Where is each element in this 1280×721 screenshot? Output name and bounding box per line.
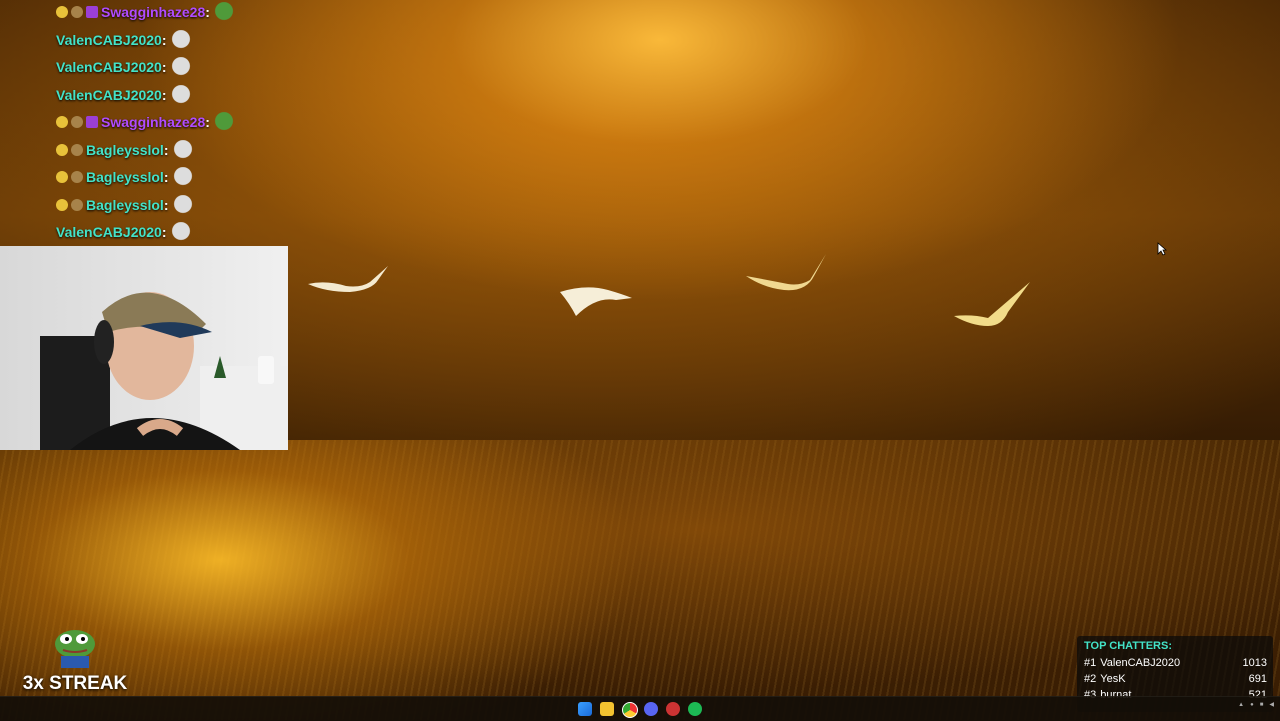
bronze-badge-icon — [71, 116, 83, 128]
chat-emote-icon — [212, 112, 235, 132]
sub-badge-icon — [86, 6, 98, 18]
chat-message: ValenCABJ2020: — [56, 28, 192, 52]
chat-separator: : — [161, 224, 167, 240]
chat-separator: : — [205, 4, 210, 20]
chat-emote-icon — [171, 139, 194, 160]
discord-icon[interactable] — [644, 702, 658, 716]
chat-message: ValenCABJ2020: — [56, 83, 192, 107]
chatter-name: YesK — [1100, 673, 1126, 685]
chatter-name: ValenCABJ2020 — [1100, 657, 1181, 669]
chat-separator: : — [161, 59, 167, 75]
chat-streak-widget: 3x STREAK — [20, 626, 130, 695]
chat-emote-icon — [169, 222, 192, 242]
chat-username[interactable]: ValenCABJ2020 — [56, 224, 162, 240]
sub-badge-icon — [86, 116, 98, 128]
chat-username[interactable]: Bagleysslol — [86, 169, 164, 185]
webcam-feed — [0, 246, 288, 450]
chat-emote-icon — [171, 167, 194, 187]
chat-separator: : — [205, 114, 210, 130]
chatter-count: 691 — [1248, 673, 1267, 685]
swan-image — [746, 254, 826, 291]
system-tray: ▲ ● ■ ◀ — [1238, 701, 1274, 709]
chat-message: ValenCABJ2020: — [56, 55, 192, 79]
gold-badge-icon — [56, 116, 68, 128]
top-chatter-row: #1 ValenCABJ2020 1013 — [1084, 657, 1267, 673]
chat-username[interactable]: ValenCABJ2020 — [56, 87, 162, 103]
pepe-emote-icon — [55, 630, 95, 668]
windows-taskbar: ▲ ● ■ ◀ — [0, 696, 1280, 721]
chatter-count: 1013 — [1242, 657, 1267, 669]
top-chatters-title: TOP CHATTERS: — [1084, 640, 1173, 652]
chat-emote-icon — [169, 84, 192, 105]
chat-username[interactable]: ValenCABJ2020 — [56, 59, 162, 75]
chat-username[interactable]: Bagleysslol — [86, 142, 164, 158]
gold-badge-icon — [56, 6, 68, 18]
bronze-badge-icon — [71, 171, 83, 183]
gold-badge-icon — [56, 143, 68, 156]
volume-icon[interactable]: ◀ — [1269, 701, 1274, 708]
network-icon[interactable]: ■ — [1260, 702, 1264, 708]
chat-username[interactable]: Bagleysslol — [86, 197, 164, 213]
chat-separator: : — [163, 141, 169, 158]
chat-message: Swagginhaze28: — [56, 0, 235, 24]
chat-separator: : — [161, 31, 167, 48]
file-explorer-icon[interactable] — [600, 702, 614, 716]
chat-message: Swagginhaze28: — [56, 110, 235, 134]
chat-emote-icon — [169, 57, 192, 77]
chat-username[interactable]: Swagginhaze28 — [101, 4, 205, 20]
streak-label: 3x STREAK — [22, 673, 128, 694]
chat-emote-icon — [212, 2, 235, 22]
gold-badge-icon — [56, 198, 68, 211]
spotify-icon[interactable] — [688, 702, 702, 716]
chat-message: Bagleysslol: — [56, 165, 194, 189]
top-chatter-row: #2 YesK 691 — [1084, 673, 1267, 689]
chat-separator: : — [163, 196, 169, 213]
chat-message: Bagleysslol: — [56, 138, 194, 162]
chat-emote-icon — [169, 29, 192, 50]
chrome-icon[interactable] — [622, 702, 638, 718]
microphone-icon[interactable]: ● — [1250, 702, 1254, 708]
chatter-rank: #2 — [1084, 673, 1097, 685]
swan-image — [308, 266, 388, 292]
chat-username[interactable]: Swagginhaze28 — [101, 114, 205, 130]
chatter-rank: #1 — [1084, 657, 1097, 669]
steam-icon[interactable] — [666, 702, 680, 716]
streamer-webcam-image — [40, 292, 288, 450]
bronze-badge-icon — [71, 198, 83, 211]
chat-username[interactable]: ValenCABJ2020 — [56, 32, 162, 48]
bronze-badge-icon — [71, 143, 83, 156]
chevron-up-icon[interactable]: ▲ — [1238, 702, 1244, 708]
chat-message: ValenCABJ2020: — [56, 220, 192, 244]
bronze-badge-icon — [71, 6, 83, 18]
chat-message: Bagleysslol: — [56, 193, 194, 217]
swan-image — [560, 287, 632, 316]
chat-separator: : — [163, 169, 169, 185]
gold-badge-icon — [56, 171, 68, 183]
mouse-cursor-icon — [1157, 242, 1167, 256]
chat-emote-icon — [171, 194, 194, 215]
windows-start-icon[interactable] — [578, 702, 592, 716]
swan-image — [954, 282, 1030, 326]
chat-separator: : — [161, 86, 167, 103]
